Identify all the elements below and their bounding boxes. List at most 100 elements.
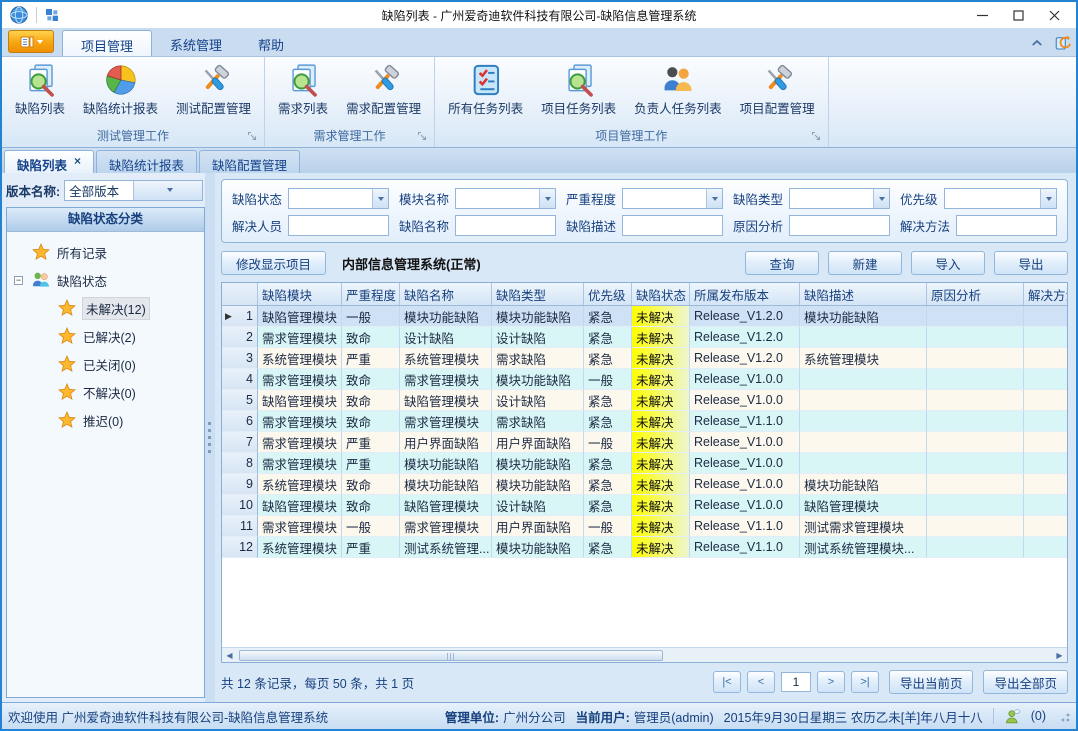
cell-缺陷类型: 用户界面缺陷 [492, 516, 584, 537]
filter-input[interactable] [622, 215, 723, 236]
table-row[interactable]: ▶1缺陷管理模块一般模块功能缺陷模块功能缺陷紧急未解决Release_V1.2.… [222, 306, 1067, 327]
dropdown-arrow-icon[interactable] [706, 189, 722, 208]
filter-select[interactable] [622, 188, 723, 209]
star-icon [31, 242, 51, 262]
tree-item-0[interactable]: 所有记录 [7, 238, 204, 266]
tree-item-5[interactable]: 不解决(0) [7, 378, 204, 406]
scroll-right-icon[interactable]: ▶ [1052, 651, 1067, 660]
page-number-input[interactable] [781, 672, 811, 692]
export-current-page-button[interactable]: 导出当前页 [889, 670, 974, 694]
tree-item-1[interactable]: −缺陷状态 [7, 266, 204, 294]
dropdown-arrow-icon[interactable] [539, 189, 555, 208]
column-header-4[interactable]: 优先级 [584, 283, 632, 305]
document-tab-2[interactable]: 缺陷配置管理 [199, 150, 300, 173]
ribbon-button-1-0[interactable]: 需求列表 [269, 59, 337, 119]
new-button[interactable]: 新建 [828, 251, 902, 275]
quick-access-icon[interactable] [44, 7, 60, 23]
export-button[interactable]: 导出 [994, 251, 1068, 275]
column-header-2[interactable]: 缺陷名称 [400, 283, 492, 305]
tree-item-2[interactable]: 未解决(12) [7, 294, 204, 322]
document-tab-0[interactable]: 缺陷列表× [4, 150, 94, 173]
filter-select[interactable] [944, 188, 1057, 209]
table-row[interactable]: 11需求管理模块一般需求管理模块用户界面缺陷一般未解决Release_V1.1.… [222, 516, 1067, 537]
filter-input[interactable] [288, 215, 389, 236]
filter-select[interactable] [288, 188, 389, 209]
ribbon-button-2-3[interactable]: 项目配置管理 [731, 59, 824, 119]
ribbon-button-2-2[interactable]: 负责人任务列表 [625, 59, 731, 119]
scroll-left-icon[interactable]: ◀ [222, 651, 237, 660]
column-header-7[interactable]: 缺陷描述 [800, 283, 927, 305]
ribbon-button-2-1[interactable]: 项目任务列表 [532, 59, 625, 119]
import-button[interactable]: 导入 [911, 251, 985, 275]
table-row[interactable]: 12系统管理模块严重测试系统管理...模块功能缺陷紧急未解决Release_V1… [222, 537, 1067, 558]
filter-input[interactable] [455, 215, 556, 236]
minimize-button[interactable] [964, 4, 1000, 26]
pagination-bar: 共 12 条记录，每页 50 条，共 1 页 |< < > >| 导出当前页 导… [221, 668, 1068, 696]
scrollbar-track[interactable] [237, 649, 1052, 662]
version-select[interactable]: 全部版本 [64, 180, 203, 201]
filter-select[interactable] [789, 188, 890, 209]
column-header-0[interactable]: 缺陷模块 [258, 283, 342, 305]
export-all-pages-button[interactable]: 导出全部页 [983, 670, 1068, 694]
tab-close-icon[interactable]: × [74, 155, 81, 167]
ribbon-tab-0[interactable]: 项目管理 [62, 30, 152, 56]
splitter[interactable] [205, 173, 215, 702]
ribbon-button-1-1[interactable]: 需求配置管理 [337, 59, 430, 119]
ribbon-collapse-icon[interactable] [1028, 34, 1046, 52]
column-header-3[interactable]: 缺陷类型 [492, 283, 584, 305]
column-header-9[interactable]: 解决方法 [1024, 283, 1068, 305]
first-page-button[interactable]: |< [713, 671, 741, 693]
scrollbar-thumb[interactable] [239, 650, 663, 661]
ribbon-button-2-0[interactable]: 所有任务列表 [439, 59, 532, 119]
dialog-launcher-icon[interactable] [417, 131, 428, 142]
online-user-icon[interactable] [1004, 708, 1021, 725]
dialog-launcher-icon[interactable] [247, 131, 258, 142]
ribbon-button-0-2[interactable]: 测试配置管理 [167, 59, 260, 119]
ribbon-button-0-1[interactable]: 缺陷统计报表 [74, 59, 167, 119]
ribbon-tab-2[interactable]: 帮助 [240, 30, 302, 56]
last-page-button[interactable]: >| [851, 671, 879, 693]
column-header-8[interactable]: 原因分析 [927, 283, 1024, 305]
dialog-launcher-icon[interactable] [811, 131, 822, 142]
cell-缺陷描述 [800, 390, 927, 411]
dropdown-arrow-icon[interactable] [133, 181, 202, 200]
prev-page-button[interactable]: < [747, 671, 775, 693]
dropdown-arrow-icon[interactable] [873, 189, 889, 208]
expand-box-icon[interactable]: − [14, 276, 23, 285]
ribbon-button-0-0[interactable]: 缺陷列表 [6, 59, 74, 119]
table-row[interactable]: 7需求管理模块严重用户界面缺陷用户界面缺陷一般未解决Release_V1.0.0 [222, 432, 1067, 453]
tree-item-6[interactable]: 推迟(0) [7, 406, 204, 434]
table-row[interactable]: 4需求管理模块致命需求管理模块模块功能缺陷一般未解决Release_V1.0.0 [222, 369, 1067, 390]
document-tab-1[interactable]: 缺陷统计报表 [96, 150, 197, 173]
query-button[interactable]: 查询 [745, 251, 819, 275]
table-row[interactable]: 2需求管理模块致命设计缺陷设计缺陷紧急未解决Release_V1.2.0 [222, 327, 1067, 348]
horizontal-scrollbar[interactable]: ◀ ▶ [222, 647, 1067, 662]
help-icon[interactable] [1054, 34, 1072, 52]
close-button[interactable] [1036, 4, 1072, 26]
table-row[interactable]: 9系统管理模块致命模块功能缺陷模块功能缺陷紧急未解决Release_V1.0.0… [222, 474, 1067, 495]
ribbon-tabs: 项目管理系统管理帮助 [62, 30, 302, 56]
filter-input[interactable] [956, 215, 1057, 236]
table-row[interactable]: 3系统管理模块严重系统管理模块需求缺陷紧急未解决Release_V1.2.0系统… [222, 348, 1067, 369]
table-row[interactable]: 5缺陷管理模块致命缺陷管理模块设计缺陷紧急未解决Release_V1.0.0 [222, 390, 1067, 411]
app-icon[interactable] [9, 5, 29, 25]
cell-解决方法 [1024, 411, 1068, 432]
table-row[interactable]: 6需求管理模块致命需求管理模块需求缺陷紧急未解决Release_V1.1.0 [222, 411, 1067, 432]
table-row[interactable]: 8需求管理模块严重模块功能缺陷模块功能缺陷紧急未解决Release_V1.0.0 [222, 453, 1067, 474]
ribbon-tab-1[interactable]: 系统管理 [152, 30, 240, 56]
maximize-button[interactable] [1000, 4, 1036, 26]
next-page-button[interactable]: > [817, 671, 845, 693]
modify-columns-button[interactable]: 修改显示项目 [221, 251, 326, 275]
column-header-1[interactable]: 严重程度 [342, 283, 400, 305]
filter-input[interactable] [789, 215, 890, 236]
column-header-6[interactable]: 所属发布版本 [690, 283, 800, 305]
dropdown-arrow-icon[interactable] [372, 189, 388, 208]
filter-select[interactable] [455, 188, 556, 209]
resize-grip[interactable] [1058, 710, 1070, 722]
app-menu-button[interactable] [8, 30, 54, 53]
tree-item-4[interactable]: 已关闭(0) [7, 350, 204, 378]
tree-item-3[interactable]: 已解决(2) [7, 322, 204, 350]
table-row[interactable]: 10缺陷管理模块致命缺陷管理模块设计缺陷紧急未解决Release_V1.0.0缺… [222, 495, 1067, 516]
column-header-5[interactable]: 缺陷状态 [632, 283, 690, 305]
dropdown-arrow-icon[interactable] [1040, 189, 1056, 208]
